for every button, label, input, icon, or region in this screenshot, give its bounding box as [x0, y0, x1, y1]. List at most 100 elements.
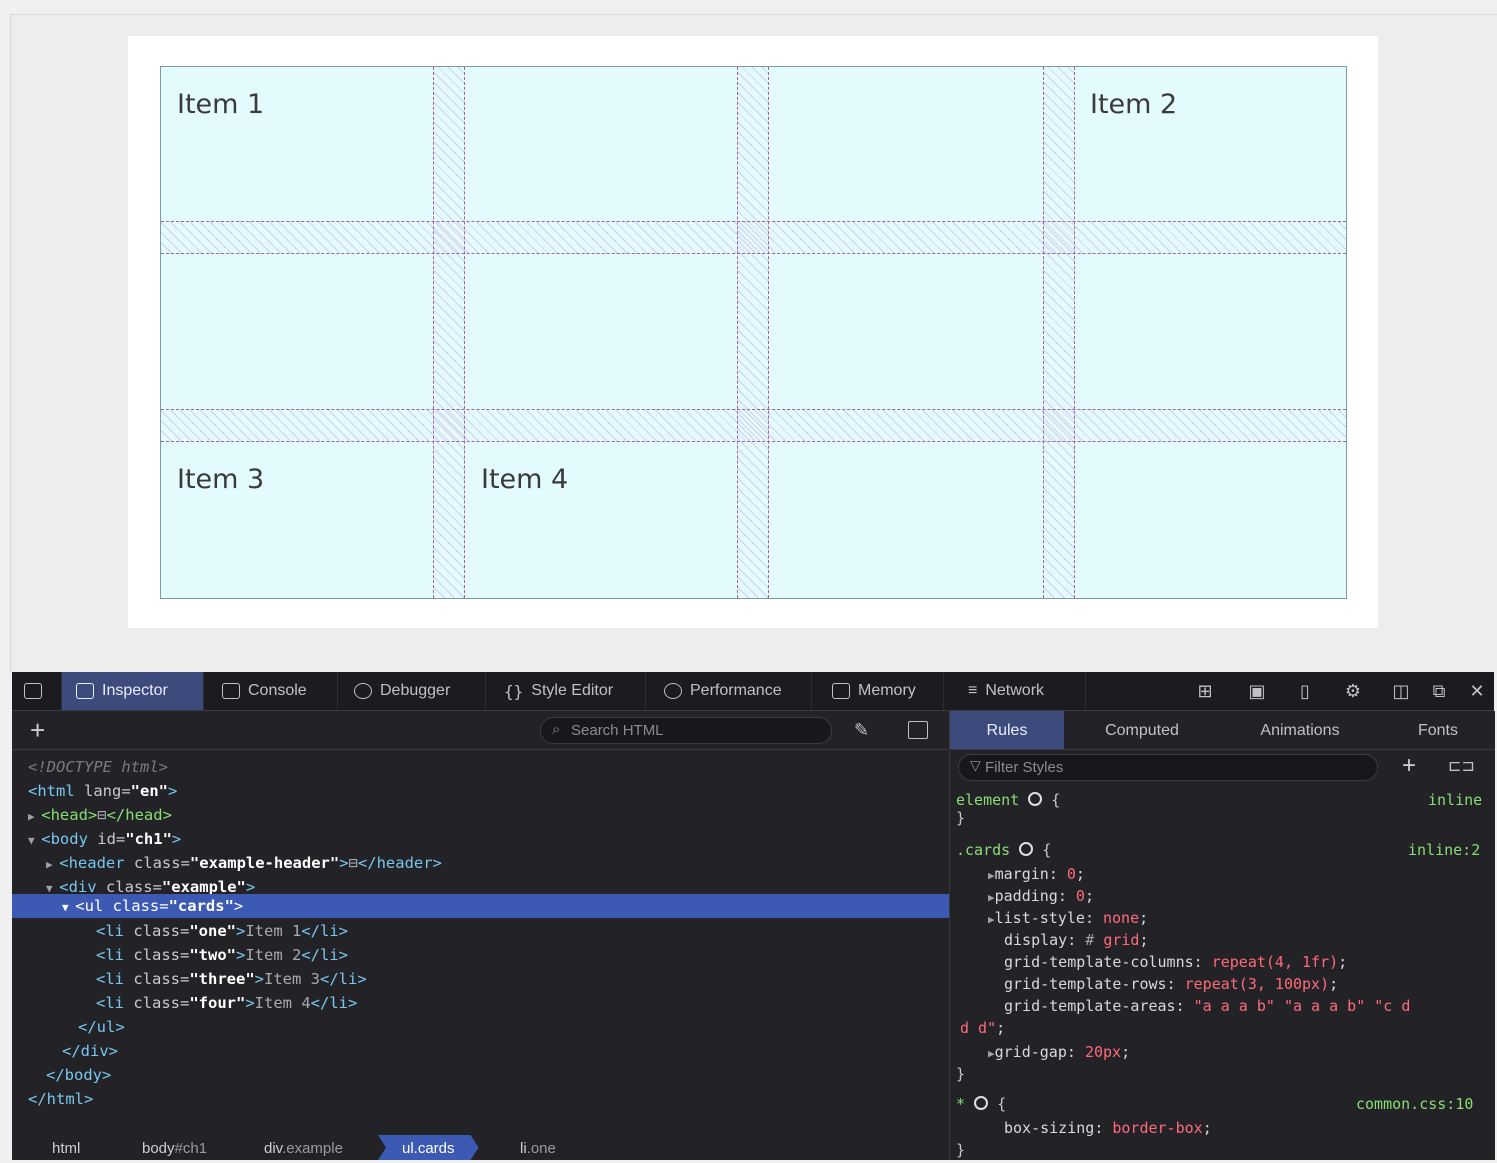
collapse-triangle-icon[interactable]: ▼	[28, 834, 41, 847]
tree-node-body-close[interactable]: </body>	[12, 1063, 982, 1087]
breadcrumb: html body#ch1 div.example ul.cards li.on…	[12, 1135, 948, 1160]
property-value[interactable]: border-box	[1112, 1119, 1202, 1137]
collapsed-ellipsis-icon[interactable]: ⊟	[97, 806, 106, 824]
tree-node-head[interactable]: ▶ <head>⊟</head>	[12, 803, 964, 827]
expand-triangle-icon[interactable]: ▶	[28, 810, 41, 823]
split-console-icon[interactable]: ▣	[1246, 681, 1268, 701]
gear-icon[interactable]	[974, 1096, 989, 1110]
settings-gear-icon[interactable]: ⚙	[1342, 681, 1364, 701]
property-value[interactable]: 0	[1076, 887, 1085, 905]
rule-cards-selector[interactable]: .cards {	[956, 839, 1051, 861]
close-icon[interactable]: ✕	[1466, 681, 1488, 701]
tree-node-html-close[interactable]: </html>	[12, 1087, 964, 1111]
search-html-input[interactable]: Search HTML	[540, 717, 832, 744]
tree-node-div-close[interactable]: </div>	[12, 1039, 998, 1063]
eyedropper-icon[interactable]: ✎	[854, 720, 869, 741]
gear-icon[interactable]	[1028, 792, 1043, 806]
performance-icon	[664, 683, 682, 699]
expand-triangle-icon[interactable]: ▶	[988, 913, 995, 926]
tree-node-header[interactable]: ▶ <header class="example-header">⊟</head…	[12, 851, 982, 875]
tab-rules[interactable]: Rules	[950, 711, 1064, 749]
filter-styles-input[interactable]: Filter Styles	[958, 754, 1378, 781]
breadcrumb-item-body[interactable]: body#ch1	[142, 1135, 207, 1160]
grid-column-gap-1	[433, 67, 465, 598]
declaration-margin[interactable]: ▶margin: 0;	[988, 863, 1085, 885]
node-attr: class=	[124, 994, 190, 1012]
expand-triangle-icon[interactable]: ▶	[988, 869, 995, 882]
expand-triangle-icon[interactable]: ▶	[46, 858, 59, 871]
collapse-triangle-icon[interactable]: ▼	[62, 901, 75, 914]
cards-grid[interactable]: Item 1 Item 2 Item 3 Item 4	[160, 66, 1347, 599]
rule-element-selector[interactable]: element {	[956, 789, 1060, 811]
property-value[interactable]: grid	[1103, 931, 1139, 949]
tree-node-body[interactable]: ▼ <body id="ch1">	[12, 827, 964, 851]
property-name: grid-template-areas	[1004, 997, 1176, 1015]
tree-node-html[interactable]: <html lang="en">	[12, 779, 964, 803]
add-node-button[interactable]: +	[30, 715, 45, 746]
gear-icon[interactable]	[1019, 842, 1034, 856]
declaration-grid-gap[interactable]: ▶grid-gap: 20px;	[988, 1041, 1130, 1063]
tree-node-ul-close[interactable]: </ul>	[12, 1015, 1014, 1039]
property-name: padding	[994, 887, 1058, 905]
doctype-text: <!DOCTYPE html>	[28, 758, 168, 776]
rule-element-source[interactable]: inline	[1428, 789, 1482, 811]
tree-node-ul-cards[interactable]: ▼ <ul class="cards">	[12, 894, 998, 918]
tab-debugger[interactable]: Debugger	[340, 672, 486, 710]
tab-memory[interactable]: Memory	[818, 672, 944, 710]
toggle-sidebar-icon[interactable]	[908, 721, 928, 739]
property-value[interactable]: 0	[1067, 865, 1076, 883]
rule-universal-selector[interactable]: * {	[956, 1093, 1006, 1115]
toggle-classes-icon[interactable]: ⊏⊐	[1448, 756, 1475, 776]
declaration-list-style[interactable]: ▶list-style: none;	[988, 907, 1148, 929]
breadcrumb-item-div[interactable]: div.example	[264, 1135, 343, 1160]
node-attr-value: "cards"	[168, 897, 234, 915]
node-attr: class=	[124, 970, 190, 988]
declaration-padding[interactable]: ▶padding: 0;	[988, 885, 1094, 907]
tab-performance[interactable]: Performance	[650, 672, 812, 710]
declaration-grid-template-columns[interactable]: grid-template-columns: repeat(4, 1fr);	[1004, 951, 1347, 973]
expand-triangle-icon[interactable]: ▶	[988, 891, 995, 904]
property-value[interactable]: 20px	[1085, 1043, 1121, 1061]
selector-text: *	[956, 1095, 966, 1113]
property-value[interactable]: repeat(4, 1fr)	[1212, 953, 1338, 971]
node-tag-end: </header>	[357, 854, 442, 872]
property-value[interactable]: repeat(3, 100px)	[1185, 975, 1330, 993]
declaration-box-sizing[interactable]: box-sizing: border-box;	[1004, 1117, 1212, 1139]
tab-computed[interactable]: Computed	[1066, 711, 1218, 749]
breadcrumb-item-html[interactable]: html	[52, 1135, 80, 1160]
rule-cards-source[interactable]: inline:2	[1408, 839, 1480, 861]
tab-animations[interactable]: Animations	[1222, 711, 1378, 749]
expand-triangle-icon[interactable]: ▶	[988, 1047, 995, 1060]
tree-node-doctype[interactable]: <!DOCTYPE html>	[12, 755, 964, 779]
tab-console[interactable]: Console	[208, 672, 338, 710]
declaration-display[interactable]: display: # grid;	[1004, 929, 1149, 951]
collapsed-ellipsis-icon[interactable]: ⊟	[349, 854, 358, 872]
tree-node-li-one[interactable]: <li class="one">Item 1</li>	[12, 919, 1032, 943]
grid-highlighter-icon[interactable]: #	[1085, 931, 1094, 949]
device-icon[interactable]: ▯	[1294, 681, 1316, 701]
rule-universal-source[interactable]: common.css:10	[1356, 1093, 1473, 1115]
separate-window-icon[interactable]: ⧉	[1428, 681, 1450, 701]
tab-inspector[interactable]: Inspector	[62, 672, 204, 710]
node-attr-value: "two"	[189, 946, 236, 964]
tab-network[interactable]: ≡ Network	[954, 672, 1086, 710]
add-rule-button[interactable]: +	[1402, 752, 1416, 780]
declaration-grid-template-rows[interactable]: grid-template-rows: repeat(3, 100px);	[1004, 973, 1338, 995]
declaration-grid-template-areas[interactable]: grid-template-areas: "a a a b" "a a a b"…	[1004, 995, 1410, 1017]
tree-node-li-two[interactable]: <li class="two">Item 2</li>	[12, 943, 1032, 967]
breadcrumb-item-ul-cards[interactable]: ul.cards	[378, 1135, 479, 1160]
breadcrumb-item-li[interactable]: li.one	[520, 1135, 556, 1160]
dock-side-icon[interactable]: ◫	[1390, 681, 1412, 701]
node-attr-value: "en"	[130, 782, 168, 800]
property-value[interactable]: none	[1103, 909, 1139, 927]
debugger-icon	[354, 683, 372, 699]
tab-style-editor[interactable]: {} Style Editor	[490, 672, 646, 710]
tab-fonts[interactable]: Fonts	[1382, 711, 1494, 749]
property-value[interactable]: d d"	[960, 1019, 996, 1037]
tree-node-li-four[interactable]: <li class="four">Item 4</li>	[12, 991, 1032, 1015]
element-picker-button[interactable]	[12, 672, 62, 710]
property-value[interactable]: "a a a b" "a a a b" "c d	[1194, 997, 1411, 1015]
tree-node-li-three[interactable]: <li class="three">Item 3</li>	[12, 967, 1032, 991]
responsive-design-icon[interactable]: ⊞	[1194, 681, 1216, 701]
declaration-grid-template-areas-cont[interactable]: d d";	[960, 1017, 1005, 1039]
